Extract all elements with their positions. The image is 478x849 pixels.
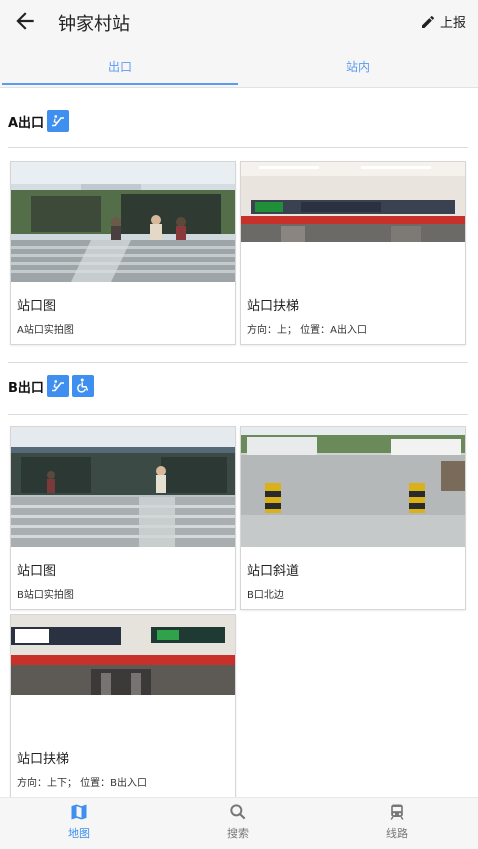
card-subtitle: 方向：上下； 位置：B出入口: [17, 778, 148, 789]
nav-map[interactable]: 地图: [19, 802, 139, 848]
train-icon: [390, 804, 404, 820]
nav-map-label: 地图: [68, 827, 90, 840]
section-a-header: A出口: [8, 110, 70, 132]
photo-a-entrance: [11, 162, 235, 282]
card-subtitle: A站口实拍图: [17, 325, 74, 336]
card-title: 站口扶梯: [17, 752, 70, 767]
tab-in-station[interactable]: 站内: [240, 44, 476, 88]
section-a-title: A出口: [8, 115, 45, 131]
card-a-escalator[interactable]: 站口扶梯 方向：上； 位置：A出入口: [240, 161, 466, 345]
section-b-title: B出口: [8, 380, 44, 396]
app-bar: 钟家村站 上报: [0, 0, 478, 44]
card-subtitle: B站口实拍图: [17, 590, 74, 601]
nav-search-label: 搜索: [227, 827, 249, 840]
exit-list: A出口 站口图 A站口实拍图 站口扶梯 方向：上； 位置：A出入口 B出口 站口…: [0, 90, 478, 797]
card-title: 站口图: [17, 564, 57, 579]
photo-a-escalator: [241, 162, 465, 242]
escalator-icon: [46, 375, 69, 397]
photo-b-ramp: [241, 427, 465, 547]
section-a-divider: [8, 147, 468, 148]
pencil-icon: [421, 15, 434, 28]
card-subtitle: B口北边: [247, 590, 284, 601]
card-subtitle: 方向：上； 位置：A出入口: [247, 325, 368, 336]
photo-b-escalator: [11, 615, 235, 695]
card-b-escalator[interactable]: 站口扶梯 方向：上下； 位置：B出入口: [10, 614, 236, 797]
card-b-ramp[interactable]: 站口斜道 B口北边: [240, 426, 466, 610]
nav-search[interactable]: 搜索: [178, 802, 298, 848]
page-title: 钟家村站: [58, 14, 130, 35]
report-button[interactable]: 上报: [420, 12, 466, 31]
tab-bar: 出口 站内: [0, 44, 478, 88]
section-b-header: B出口: [8, 375, 94, 397]
search-icon: [230, 804, 246, 820]
report-label: 上报: [439, 16, 466, 31]
card-title: 站口斜道: [247, 564, 300, 579]
card-title: 站口图: [17, 299, 57, 314]
map-icon: [71, 804, 87, 820]
section-divider: [8, 362, 468, 363]
wheelchair-icon: [71, 375, 94, 397]
card-a-entrance-photo[interactable]: 站口图 A站口实拍图: [10, 161, 236, 345]
card-b-entrance-photo[interactable]: 站口图 B站口实拍图: [10, 426, 236, 610]
nav-lines[interactable]: 线路: [337, 802, 457, 848]
photo-b-entrance: [11, 427, 235, 547]
section-b-divider: [8, 414, 468, 415]
escalator-icon: [47, 110, 70, 132]
bottom-navigation: 地图 搜索 线路: [0, 797, 478, 849]
card-title: 站口扶梯: [247, 299, 300, 314]
tab-exits[interactable]: 出口: [2, 44, 238, 88]
tab-indicator: [2, 83, 238, 85]
back-arrow-icon[interactable]: [12, 8, 38, 34]
nav-lines-label: 线路: [386, 827, 408, 840]
